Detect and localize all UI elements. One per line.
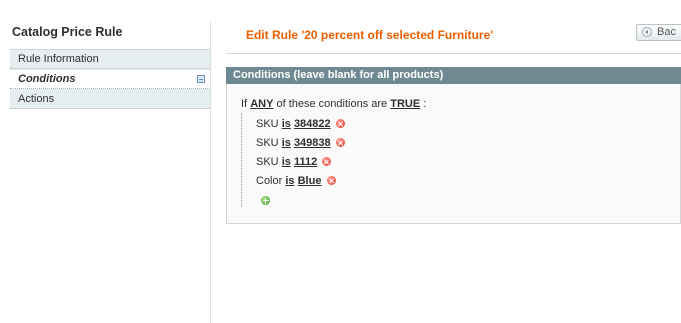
condition-attribute: SKU: [256, 118, 279, 130]
conditions-section-header: Conditions (leave blank for all products…: [226, 67, 681, 84]
conditions-tree-guide: [241, 113, 242, 207]
remove-icon[interactable]: [335, 138, 345, 147]
condition-value[interactable]: 1112: [294, 156, 317, 168]
condition-row: Color is Blue: [256, 175, 336, 187]
save-icon: [197, 75, 205, 83]
sidebar-divider: [210, 22, 211, 323]
sidebar-title: Catalog Price Rule: [12, 25, 123, 39]
tab-conditions[interactable]: Conditions: [10, 69, 210, 89]
back-button[interactable]: Bac: [636, 24, 681, 41]
back-arrow-icon: [642, 27, 652, 37]
condition-value[interactable]: 349838: [294, 137, 331, 149]
tab-label: Actions: [18, 93, 55, 105]
condition-attribute: SKU: [256, 156, 279, 168]
add-icon[interactable]: [261, 196, 270, 205]
header-divider: [226, 53, 681, 54]
intro-middle: of these conditions are: [276, 98, 388, 110]
condition-operator[interactable]: is: [282, 118, 291, 130]
condition-row: SKU is 1112: [256, 156, 332, 168]
sidebar: Catalog Price Rule Rule Information Cond…: [0, 0, 212, 323]
sidebar-tabs: Rule Information Conditions Actions: [10, 49, 210, 109]
tab-label: Rule Information: [18, 53, 99, 65]
condition-attribute: Color: [256, 175, 283, 187]
back-button-label: Bac: [657, 26, 676, 38]
value-select[interactable]: TRUE: [390, 98, 420, 110]
intro-prefix: If: [241, 98, 248, 110]
condition-operator[interactable]: is: [282, 156, 291, 168]
tab-actions[interactable]: Actions: [10, 89, 210, 109]
remove-icon[interactable]: [326, 176, 336, 185]
condition-value[interactable]: Blue: [298, 175, 322, 187]
conditions-intro: If ANY of these conditions are TRUE :: [241, 98, 426, 110]
remove-icon[interactable]: [335, 119, 345, 128]
intro-suffix: :: [423, 98, 427, 110]
remove-icon[interactable]: [322, 157, 332, 166]
condition-operator[interactable]: is: [285, 175, 294, 187]
condition-value[interactable]: 384822: [294, 118, 331, 130]
condition-attribute: SKU: [256, 137, 279, 149]
aggregator-select[interactable]: ANY: [250, 98, 273, 110]
condition-row: SKU is 349838: [256, 137, 345, 149]
page-title: Edit Rule '20 percent off selected Furni…: [246, 28, 494, 42]
condition-row: SKU is 384822: [256, 118, 345, 130]
condition-operator[interactable]: is: [282, 137, 291, 149]
tab-label: Conditions: [18, 73, 76, 85]
conditions-section-title: Conditions (leave blank for all products…: [233, 69, 444, 81]
tab-rule-information[interactable]: Rule Information: [10, 49, 210, 69]
